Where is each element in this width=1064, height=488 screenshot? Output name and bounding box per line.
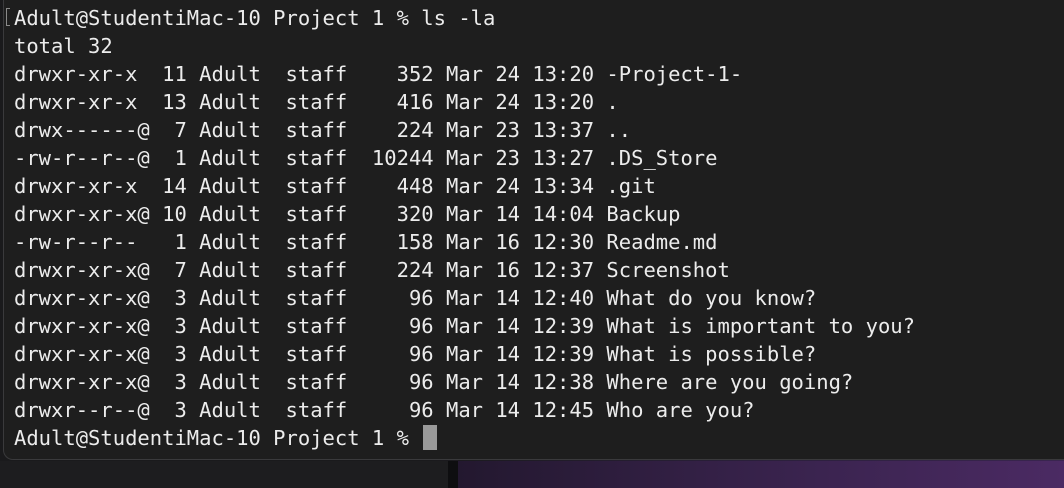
command-line: Adult@StudentiMac-10 Project 1 % ls -la <box>14 6 496 30</box>
text-cursor <box>423 425 438 450</box>
background-window-edge <box>0 461 448 488</box>
current-prompt-line[interactable]: Adult@StudentiMac-10 Project 1 % <box>14 424 915 452</box>
desktop-strip <box>0 461 1064 488</box>
listing-row: drwxr-xr-x@ 10 Adult staff 320 Mar 14 14… <box>14 202 681 226</box>
listing-row: -rw-r--r-- 1 Adult staff 158 Mar 16 12:3… <box>14 230 718 254</box>
listing-row: drwxr-xr-x@ 7 Adult staff 224 Mar 16 12:… <box>14 258 730 282</box>
listing-row: drwx------@ 7 Adult staff 224 Mar 23 13:… <box>14 118 632 142</box>
total-line: total 32 <box>14 34 113 58</box>
terminal-window[interactable]: Adult@StudentiMac-10 Project 1 % ls -la … <box>3 0 1064 460</box>
wallpaper-area <box>458 461 1064 488</box>
listing-row: drwxr--r--@ 3 Adult staff 96 Mar 14 12:4… <box>14 398 755 422</box>
listing-row: drwxr-xr-x 13 Adult staff 416 Mar 24 13:… <box>14 90 619 114</box>
listing-row: drwxr-xr-x@ 3 Adult staff 96 Mar 14 12:3… <box>14 370 854 394</box>
terminal-output[interactable]: Adult@StudentiMac-10 Project 1 % ls -la … <box>14 4 915 452</box>
listing-row: drwxr-xr-x@ 3 Adult staff 96 Mar 14 12:4… <box>14 286 817 310</box>
selection-bracket-marker <box>6 8 10 26</box>
listing-row: -rw-r--r--@ 1 Adult staff 10244 Mar 23 1… <box>14 146 718 170</box>
listing-row: drwxr-xr-x 11 Adult staff 352 Mar 24 13:… <box>14 62 743 86</box>
listing-row: drwxr-xr-x 14 Adult staff 448 Mar 24 13:… <box>14 174 656 198</box>
current-prompt: Adult@StudentiMac-10 Project 1 % <box>14 426 422 450</box>
window-gap <box>448 461 458 488</box>
listing-row: drwxr-xr-x@ 3 Adult staff 96 Mar 14 12:3… <box>14 314 915 338</box>
listing-row: drwxr-xr-x@ 3 Adult staff 96 Mar 14 12:3… <box>14 342 817 366</box>
